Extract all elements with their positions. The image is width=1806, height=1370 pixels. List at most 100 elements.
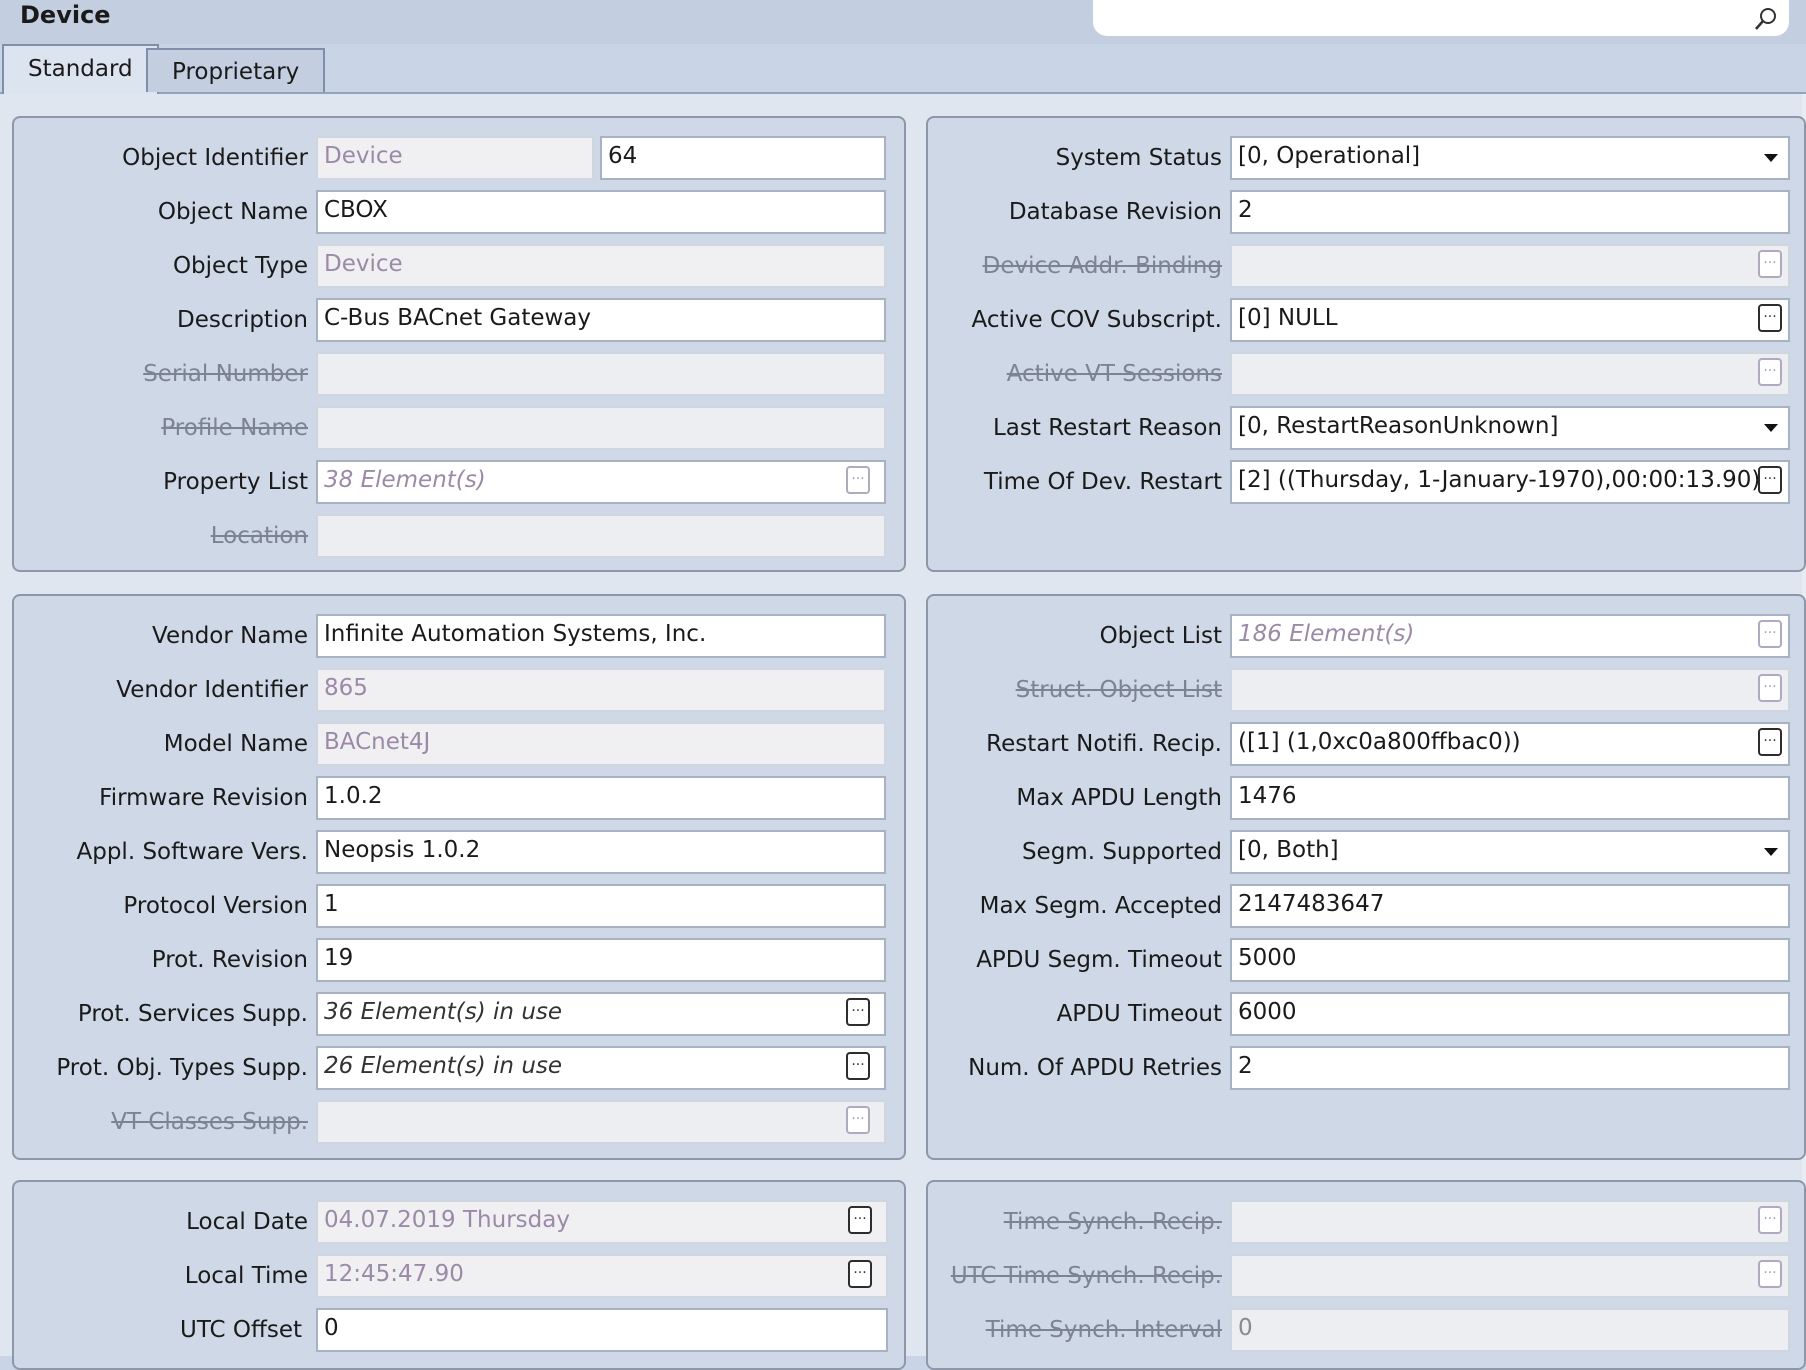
prot-obj-types-ellipsis-button[interactable]: ... <box>846 1052 870 1080</box>
window-title: Device <box>20 1 111 29</box>
active-vt-sessions-label: Active VT Sessions <box>1006 361 1222 387</box>
chevron-down-icon[interactable] <box>1764 424 1778 432</box>
title-bar: Device <box>0 0 1806 44</box>
struct-object-list-label: Struct. Object List <box>1015 677 1222 703</box>
model-name-field: BACnet4J <box>316 722 886 766</box>
restart-notifi-ellipsis-button[interactable]: ... <box>1758 728 1782 756</box>
local-date-label: Local Date <box>186 1209 308 1235</box>
utc-time-synch-recip-field <box>1230 1254 1790 1298</box>
object-name-field[interactable]: CBOX <box>316 190 886 234</box>
prot-services-ellipsis-button[interactable]: ... <box>846 998 870 1026</box>
appl-software-field[interactable]: Neopsis 1.0.2 <box>316 830 886 874</box>
chevron-down-icon[interactable] <box>1764 154 1778 162</box>
vt-classes-field <box>316 1100 886 1144</box>
object-list-label: Object List <box>1099 623 1222 649</box>
max-segm-field[interactable]: 2147483647 <box>1230 884 1790 928</box>
description-field[interactable]: C-Bus BACnet Gateway <box>316 298 886 342</box>
vendor-identifier-label: Vendor Identifier <box>116 677 308 703</box>
local-date-ellipsis-button[interactable]: ... <box>848 1206 872 1234</box>
active-vt-sessions-ellipsis-button[interactable]: ... <box>1758 358 1782 386</box>
prot-obj-types-label: Prot. Obj. Types Supp. <box>56 1055 308 1081</box>
protocol-version-field[interactable]: 1 <box>316 884 886 928</box>
num-apdu-retries-label: Num. Of APDU Retries <box>968 1055 1222 1081</box>
object-identifier-label: Object Identifier <box>122 145 308 171</box>
num-apdu-retries-field[interactable]: 2 <box>1230 1046 1790 1090</box>
profile-name-field <box>316 406 886 450</box>
profile-name-label: Profile Name <box>161 415 308 441</box>
location-label: Location <box>210 523 308 549</box>
system-status-label: System Status <box>1055 145 1222 171</box>
vendor-panel: Vendor Name Infinite Automation Systems,… <box>12 594 906 1160</box>
network-panel: Object List 186 Element(s) ... Struct. O… <box>926 594 1806 1160</box>
vendor-name-label: Vendor Name <box>152 623 308 649</box>
utc-offset-label: UTC Offset <box>179 1317 302 1343</box>
object-type-label: Object Type <box>172 253 308 279</box>
utc-offset-field[interactable]: 0 <box>316 1308 888 1352</box>
serial-number-field <box>316 352 886 396</box>
property-list-label: Property List <box>163 469 308 495</box>
property-list-ellipsis-button[interactable]: ... <box>846 466 870 494</box>
local-time-label: Local Time <box>184 1263 308 1289</box>
vendor-name-field[interactable]: Infinite Automation Systems, Inc. <box>316 614 886 658</box>
status-panel: System Status [0, Operational] Database … <box>926 116 1806 572</box>
identification-panel: Object Identifier Device 64 Object Name … <box>12 116 906 572</box>
system-status-value: [0, Operational] <box>1238 143 1421 169</box>
segm-supported-value: [0, Both] <box>1238 837 1339 863</box>
object-name-label: Object Name <box>157 199 308 225</box>
prot-obj-types-field: 26 Element(s) in use <box>316 1046 886 1090</box>
object-list-ellipsis-button[interactable]: ... <box>1758 620 1782 648</box>
apdu-segm-timeout-field[interactable]: 5000 <box>1230 938 1790 982</box>
search-icon[interactable] <box>1753 6 1779 32</box>
chevron-down-icon[interactable] <box>1764 848 1778 856</box>
utc-time-synch-recip-ellipsis-button[interactable]: ... <box>1758 1260 1782 1288</box>
time-synch-interval-field: 0 <box>1230 1308 1790 1352</box>
time-of-dev-restart-label: Time Of Dev. Restart <box>983 469 1222 495</box>
object-identifier-instance-field[interactable]: 64 <box>600 136 886 180</box>
time-of-dev-restart-ellipsis-button[interactable]: ... <box>1758 466 1782 494</box>
time-synch-interval-label: Time Synch. Interval <box>985 1317 1222 1343</box>
active-cov-field[interactable]: [0] NULL <box>1230 298 1790 342</box>
active-cov-ellipsis-button[interactable]: ... <box>1758 304 1782 332</box>
utc-time-synch-recip-label: UTC Time Synch. Recip. <box>950 1263 1222 1289</box>
local-date-field: 04.07.2019 Thursday <box>316 1200 888 1244</box>
object-type-field: Device <box>316 244 886 288</box>
model-name-label: Model Name <box>163 731 308 757</box>
prot-revision-field[interactable]: 19 <box>316 938 886 982</box>
tab-standard[interactable]: Standard <box>2 44 159 94</box>
local-time-field: 12:45:47.90 <box>316 1254 888 1298</box>
search-input[interactable] <box>1093 0 1789 36</box>
local-time-ellipsis-button[interactable]: ... <box>848 1260 872 1288</box>
max-apdu-field[interactable]: 1476 <box>1230 776 1790 820</box>
system-status-select[interactable]: [0, Operational] <box>1230 136 1790 180</box>
database-revision-field[interactable]: 2 <box>1230 190 1790 234</box>
tab-strip: Standard Proprietary <box>0 44 1806 94</box>
max-segm-label: Max Segm. Accepted <box>979 893 1222 919</box>
database-revision-label: Database Revision <box>1008 199 1222 225</box>
struct-object-list-ellipsis-button[interactable]: ... <box>1758 674 1782 702</box>
time-of-dev-restart-field[interactable]: [2] ((Thursday, 1-January-1970),00:00:13… <box>1230 460 1790 504</box>
active-cov-label: Active COV Subscript. <box>971 307 1222 333</box>
vt-classes-ellipsis-button[interactable]: ... <box>846 1106 870 1134</box>
time-synch-recip-ellipsis-button[interactable]: ... <box>1758 1206 1782 1234</box>
time-synch-recip-field <box>1230 1200 1790 1244</box>
apdu-timeout-field[interactable]: 6000 <box>1230 992 1790 1036</box>
device-addr-binding-ellipsis-button[interactable]: ... <box>1758 250 1782 278</box>
protocol-version-label: Protocol Version <box>123 893 308 919</box>
firmware-revision-field[interactable]: 1.0.2 <box>316 776 886 820</box>
tab-proprietary[interactable]: Proprietary <box>146 48 326 92</box>
restart-notifi-field[interactable]: ([1] (1,0xc0a800ffbac0)) <box>1230 722 1790 766</box>
last-restart-reason-select[interactable]: [0, RestartReasonUnknown] <box>1230 406 1790 450</box>
max-apdu-label: Max APDU Length <box>1016 785 1222 811</box>
object-list-field: 186 Element(s) <box>1230 614 1790 658</box>
location-field <box>316 514 886 558</box>
segm-supported-select[interactable]: [0, Both] <box>1230 830 1790 874</box>
firmware-revision-label: Firmware Revision <box>99 785 308 811</box>
prot-revision-label: Prot. Revision <box>151 947 308 973</box>
apdu-timeout-label: APDU Timeout <box>1056 1001 1222 1027</box>
segm-supported-label: Segm. Supported <box>1021 839 1222 865</box>
vt-classes-label: VT Classes Supp. <box>111 1109 308 1135</box>
time-synch-recip-label: Time Synch. Recip. <box>1003 1209 1222 1235</box>
device-addr-binding-label: Device Addr. Binding <box>982 253 1222 279</box>
active-vt-sessions-field <box>1230 352 1790 396</box>
vendor-identifier-field: 865 <box>316 668 886 712</box>
